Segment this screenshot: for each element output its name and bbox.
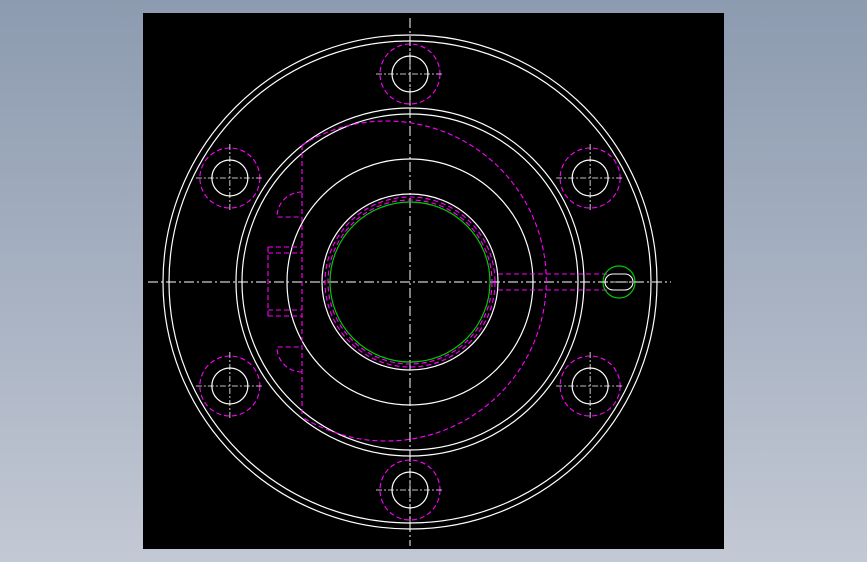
cad-drawing-canvas[interactable] (143, 13, 724, 549)
drawing-viewport[interactable] (143, 13, 724, 549)
